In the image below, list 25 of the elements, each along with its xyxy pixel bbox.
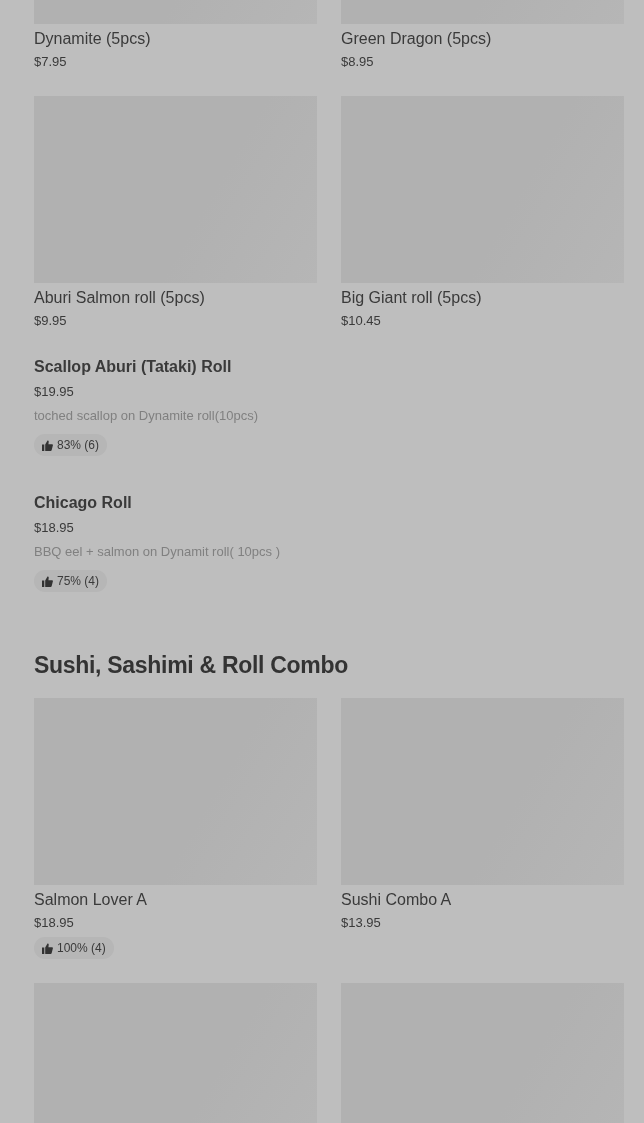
item-name[interactable]: Big Giant roll (5pcs) — [341, 287, 624, 309]
item-name[interactable]: Chicago Roll — [34, 492, 624, 514]
rating-text: 83% (6) — [57, 438, 100, 452]
item-name[interactable]: Sushi Combo A — [341, 889, 624, 911]
item-price: $8.95 — [341, 53, 375, 71]
item-description: toched scallop on Dynamite roll(10pcs) — [34, 407, 259, 425]
item-name[interactable]: Salmon Lover A — [34, 889, 317, 911]
item-name[interactable]: Scallop Aburi (Tataki) Roll — [34, 356, 624, 378]
rating-text: 100% (4) — [57, 941, 106, 955]
item-price: $9.95 — [34, 312, 68, 330]
section-heading: Sushi, Sashimi & Roll Combo — [34, 651, 349, 680]
item-name[interactable]: Aburi Salmon roll (5pcs) — [34, 287, 317, 309]
thumbs-up-icon — [42, 575, 53, 587]
item-price: $13.95 — [341, 914, 382, 932]
item-price: $18.95 — [34, 519, 75, 537]
rating-text: 75% (4) — [57, 574, 100, 588]
item-price: $18.95 — [34, 914, 75, 932]
item-price: $19.95 — [34, 383, 75, 401]
item-price: $10.45 — [341, 312, 382, 330]
item-name[interactable]: Dynamite (5pcs) — [34, 28, 317, 50]
item-price: $7.95 — [34, 53, 68, 71]
item-description: BBQ eel + salmon on Dynamit roll( 10pcs ) — [34, 543, 282, 561]
thumbs-up-icon — [42, 439, 53, 451]
thumbs-up-icon — [42, 942, 53, 954]
item-name[interactable]: Green Dragon (5pcs) — [341, 28, 624, 50]
